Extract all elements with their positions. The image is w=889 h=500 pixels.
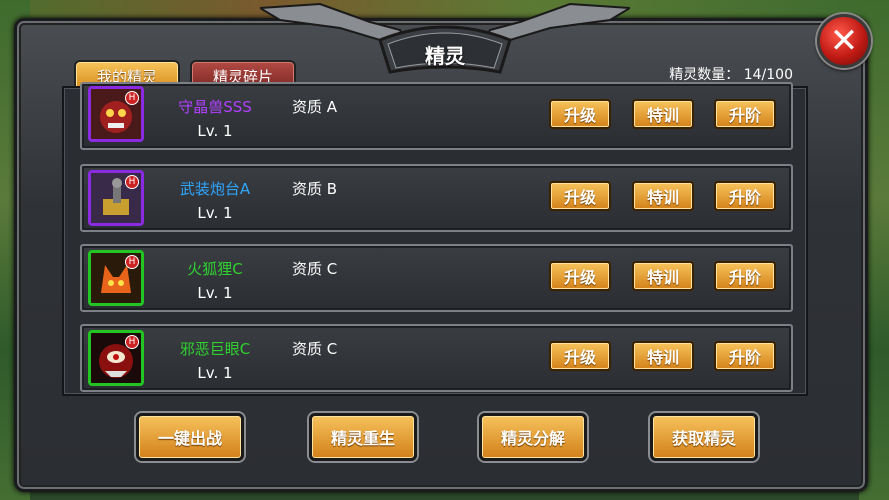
train-button[interactable]: 特训	[632, 181, 694, 211]
sprite-level: Lv. 1	[197, 364, 233, 382]
sprite-row: H 邪恶巨眼C Lv. 1 资质 C 升级 特训 升阶	[80, 324, 793, 392]
sprite-rebirth-button[interactable]: 精灵重生	[309, 413, 417, 461]
sprite-name: 火狐狸C	[187, 260, 243, 278]
advance-button[interactable]: 升阶	[714, 261, 776, 291]
train-button[interactable]: 特训	[632, 341, 694, 371]
sprite-level: Lv. 1	[197, 122, 233, 140]
sprite-count-value: 14/100	[743, 67, 793, 83]
sprite-level: Lv. 1	[197, 284, 233, 302]
sprite-portrait[interactable]: H	[88, 330, 144, 386]
sprite-badge: H	[125, 255, 139, 269]
sprite-level: Lv. 1	[197, 204, 233, 222]
sprite-badge: H	[125, 91, 139, 105]
train-button[interactable]: 特训	[632, 99, 694, 129]
upgrade-button[interactable]: 升级	[549, 181, 611, 211]
sprite-row: H 火狐狸C Lv. 1 资质 C 升级 特训 升阶	[80, 244, 793, 312]
sprite-quality: 资质 B	[292, 180, 338, 198]
train-button[interactable]: 特训	[632, 261, 694, 291]
sprite-row: H 守晶兽SSS Lv. 1 资质 A 升级 特训 升阶	[80, 82, 793, 150]
sprite-row: H 武装炮台A Lv. 1 资质 B 升级 特训 升阶	[80, 164, 793, 232]
sprite-decompose-button[interactable]: 精灵分解	[479, 413, 587, 461]
upgrade-button[interactable]: 升级	[549, 341, 611, 371]
page-title: 精灵	[425, 44, 465, 68]
sprite-quality: 资质 C	[292, 340, 338, 358]
sprite-badge: H	[125, 175, 139, 189]
sprite-quality: 资质 C	[292, 260, 338, 278]
advance-button[interactable]: 升阶	[714, 99, 776, 129]
advance-button[interactable]: 升阶	[714, 181, 776, 211]
close-button[interactable]: ✕	[817, 14, 871, 68]
sprite-count: 精灵数量： 14/100	[669, 64, 793, 84]
upgrade-button[interactable]: 升级	[549, 99, 611, 129]
close-icon: ✕	[829, 21, 859, 61]
advance-button[interactable]: 升阶	[714, 341, 776, 371]
deploy-all-button[interactable]: 一键出战	[136, 413, 244, 461]
sprite-name: 武装炮台A	[179, 180, 251, 198]
upgrade-button[interactable]: 升级	[549, 261, 611, 291]
title-plate: 精灵	[260, 0, 630, 78]
get-sprite-button[interactable]: 获取精灵	[650, 413, 758, 461]
sprite-name: 守晶兽SSS	[178, 98, 252, 116]
sprite-badge: H	[125, 335, 139, 349]
sprite-portrait[interactable]: H	[88, 86, 144, 142]
sprite-portrait[interactable]: H	[88, 250, 144, 306]
sprite-count-label: 精灵数量：	[669, 67, 740, 83]
sprite-name: 邪恶巨眼C	[179, 340, 251, 358]
sprite-quality: 资质 A	[292, 98, 338, 116]
sprite-portrait[interactable]: H	[88, 170, 144, 226]
